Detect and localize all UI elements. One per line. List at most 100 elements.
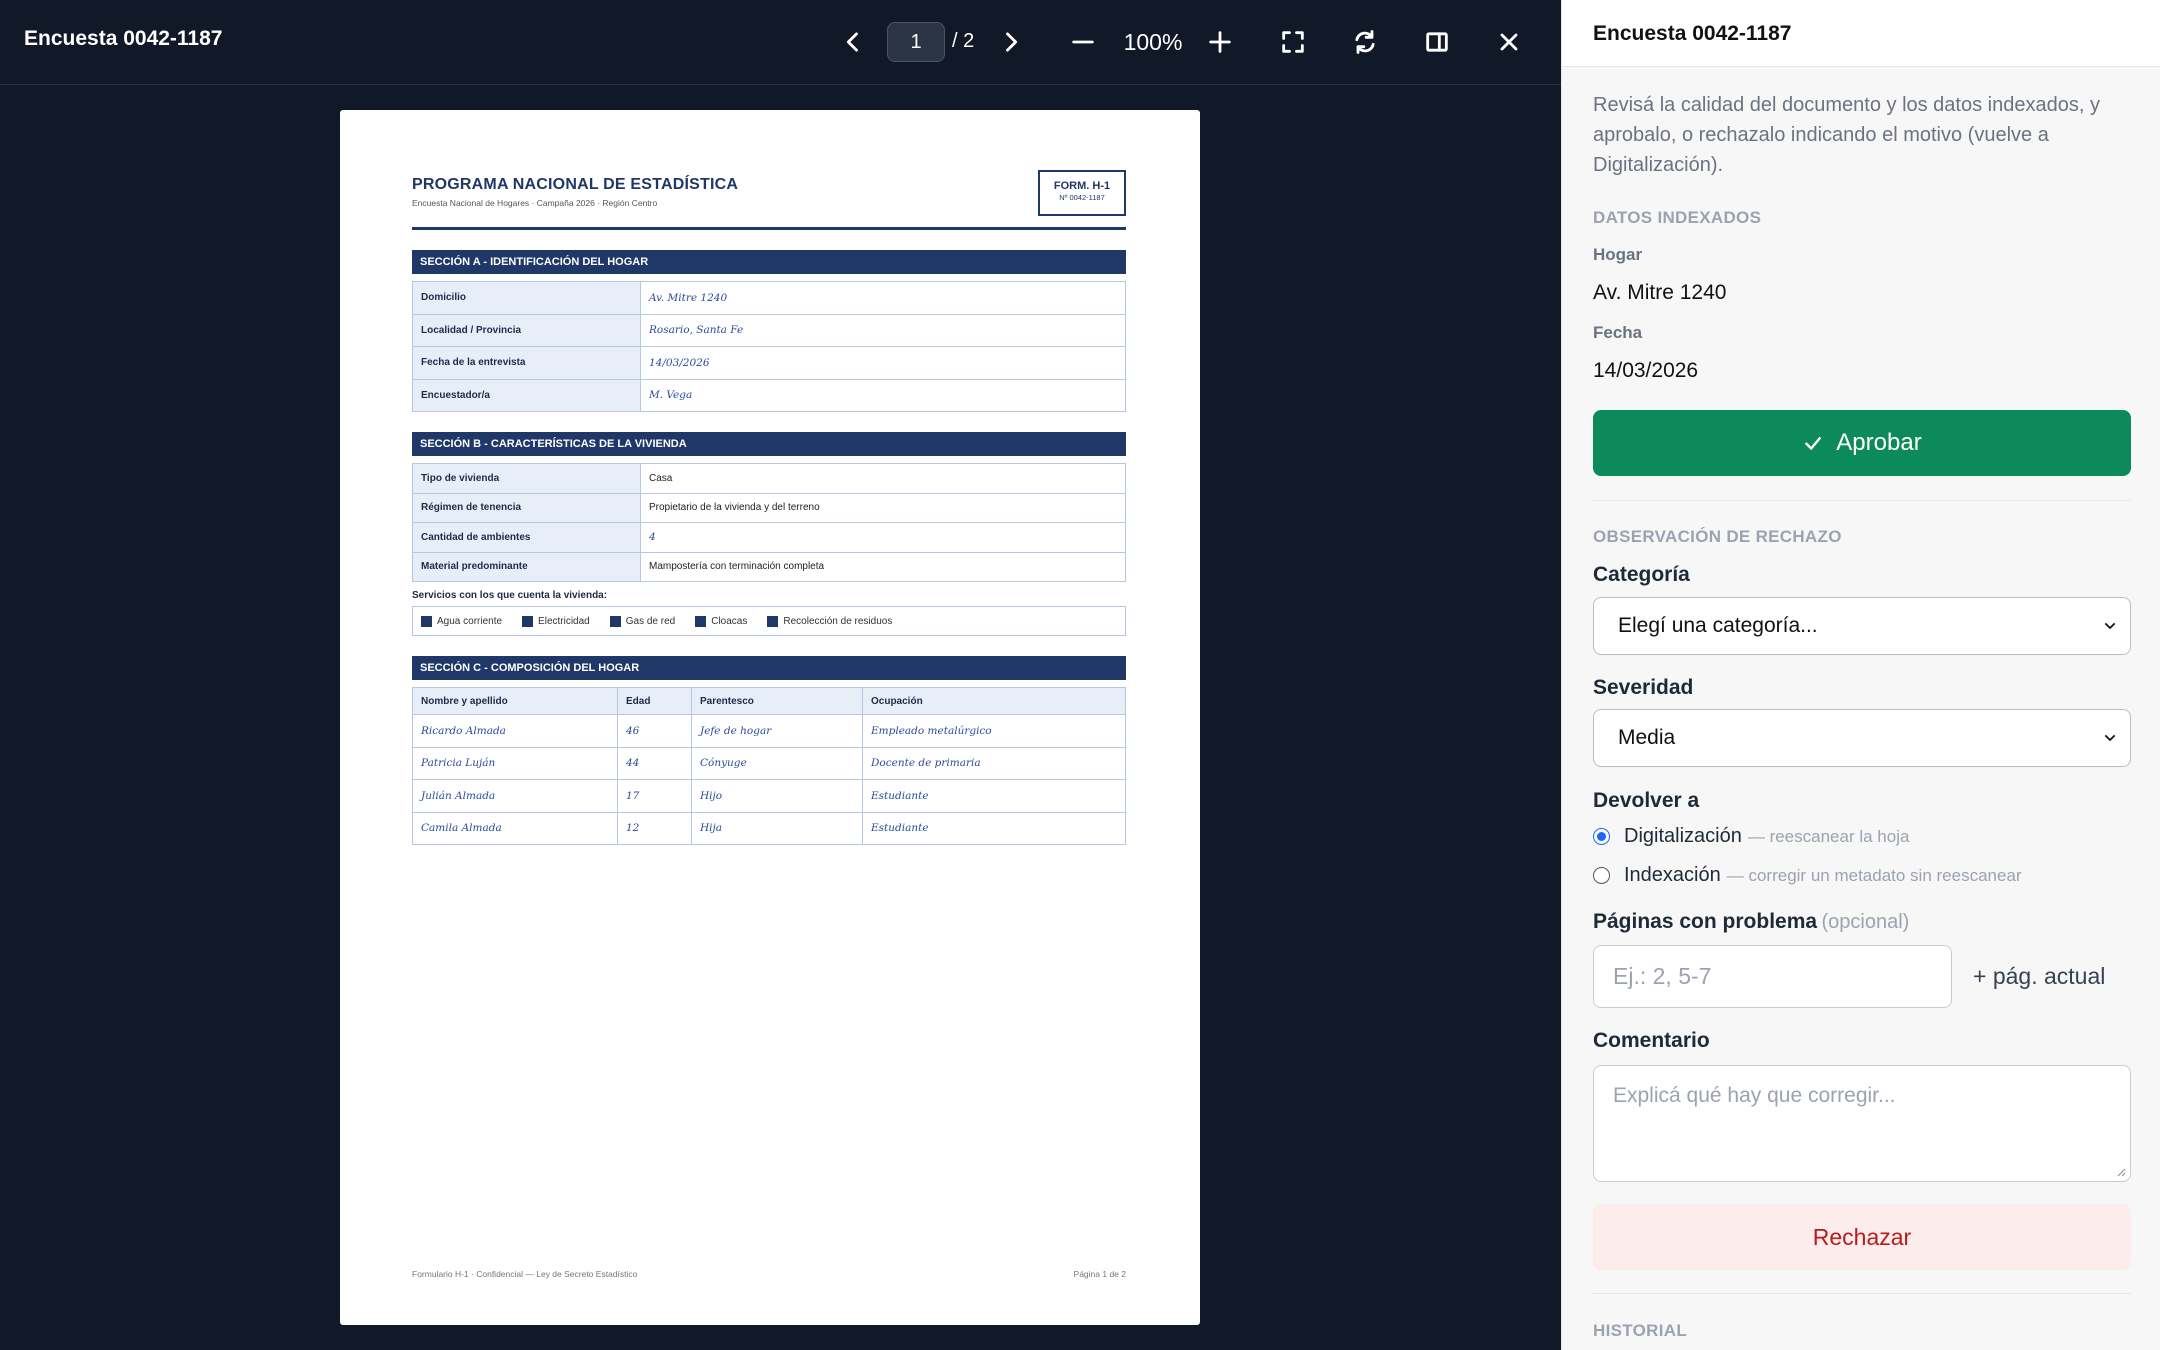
fecha-label: Fecha (1593, 323, 1643, 342)
category-label: Categoría (1593, 563, 1690, 586)
zoom-out-button[interactable] (1063, 22, 1103, 62)
table-cell: Jefe de hogar (691, 714, 863, 748)
reject-section-heading: OBSERVACIÓN DE RECHAZO (1593, 527, 1842, 546)
zoom-in-button[interactable] (1200, 22, 1240, 62)
fecha-value: 14/03/2026 (1593, 359, 1699, 382)
page-total: / 2 (952, 30, 975, 52)
field-label: Tipo de vivienda (412, 463, 641, 494)
hogar-value: Av. Mitre 1240 (1593, 281, 1727, 304)
problem-pages-label: Páginas con problema (1593, 910, 1818, 933)
field-label: Material predominante (412, 551, 641, 582)
close-icon (1500, 33, 1518, 51)
history-heading: HISTORIAL (1593, 1321, 1688, 1340)
problem-pages-label-row: Páginas con problema (opcional) (1593, 910, 1909, 934)
table-row: Encuestador/a M. Vega (412, 378, 1126, 412)
form-header: PROGRAMA NACIONAL DE ESTADÍSTICA Encuest… (412, 170, 1126, 230)
checked-box-icon (695, 615, 707, 627)
table-cell: Estudiante (862, 811, 1126, 845)
rotate-button[interactable] (1345, 22, 1385, 62)
chevron-down-icon (2104, 622, 2116, 630)
reject-button[interactable]: Rechazar (1593, 1204, 2131, 1270)
table-row: Régimen de tenencia Propietario de la viv… (412, 492, 1126, 523)
page-number-input[interactable] (887, 22, 945, 62)
form-code-box: FORM. H-1 Nº 0042-1187 (1038, 170, 1126, 216)
services-box: Agua corriente Electricidad Gas de red C… (412, 606, 1126, 636)
viewer-toolbar: Encuesta 0042-1187 / 2 100% (0, 0, 1561, 85)
table-row: Localidad / Provincia Rosario, Santa Fe (412, 313, 1126, 347)
comment-textarea[interactable]: Explicá qué hay que corregir... (1593, 1065, 2131, 1182)
section-b-table: Tipo de vivienda Casa Régimen de tenencia… (412, 463, 1126, 582)
panel-body: Revisá la calidad del documento y los da… (1593, 90, 2131, 1340)
problem-pages-input[interactable]: Ej.: 2, 5-7 (1593, 945, 1952, 1008)
severity-select[interactable]: Media (1593, 709, 2131, 767)
service-label: Cloacas (711, 615, 748, 627)
table-cell: 17 (617, 779, 692, 813)
resize-handle-icon[interactable] (2116, 1167, 2126, 1177)
field-label: Fecha de la entrevista (412, 346, 641, 380)
hogar-label: Hogar (1593, 245, 1643, 264)
add-current-page-button[interactable]: + pág. actual (1973, 963, 2105, 990)
radio-label: Digitalización (1624, 825, 1742, 847)
checked-box-icon (609, 615, 621, 627)
table-row: Tipo de vivienda Casa (412, 463, 1126, 494)
next-page-button[interactable] (991, 22, 1031, 62)
section-a-title: SECCIÓN A - IDENTIFICACIÓN DEL HOGAR (412, 250, 1126, 274)
document-viewer: Encuesta 0042-1187 / 2 100% (0, 0, 1561, 1350)
checked-box-icon (767, 615, 779, 627)
table-cell: Patricia Luján (412, 746, 618, 780)
close-viewer-button[interactable] (1489, 22, 1529, 62)
service-label: Agua corriente (437, 615, 503, 627)
table-cell: Hijo (691, 779, 863, 813)
severity-select-value: Media (1618, 726, 1676, 749)
chevron-right-icon (1006, 32, 1018, 52)
table-cell: Ricardo Almada (412, 714, 618, 748)
chevron-down-icon (2104, 734, 2116, 742)
field-label: Encuestador/a (412, 378, 641, 412)
table-row: Patricia Luján 44 Cónyuge Docente de primar… (412, 746, 1126, 780)
zoom-in-icon (1209, 31, 1231, 53)
radio-hint: — reescanear la hoja (1747, 826, 1910, 846)
table-row: Cantidad de ambientes 4 (412, 522, 1126, 553)
service-item: Agua corriente (421, 615, 503, 627)
field-value: Mampostería con terminación completa (640, 551, 1126, 582)
return-option-indexacion[interactable]: Indexación — corregir un metadato sin re… (1593, 864, 2022, 887)
prev-page-button[interactable] (833, 22, 873, 62)
chevron-left-icon (846, 32, 858, 52)
return-option-digitalizacion[interactable]: Digitalización — reescanear la hoja (1593, 825, 1909, 848)
panel-title: Encuesta 0042-1187 (1593, 22, 1792, 45)
field-value: M. Vega (640, 378, 1126, 412)
section-b-title: SECCIÓN B - CARACTERÍSTICAS DE LA VIVIEN… (412, 432, 1126, 456)
column-header: Ocupación (862, 687, 1126, 715)
category-select[interactable]: Elegí una categoría... (1593, 597, 2131, 655)
field-value: Casa (640, 463, 1126, 494)
program-subtitle: Encuesta Nacional de Hogares · Campaña 2… (412, 198, 658, 208)
services-label: Servicios con los que cuenta la vivienda… (412, 590, 608, 601)
approve-button[interactable]: Aprobar (1593, 410, 2131, 476)
panel-header: Encuesta 0042-1187 (1562, 0, 2160, 67)
table-cell: Julián Almada (412, 779, 618, 813)
radio-selected-icon[interactable] (1593, 828, 1610, 845)
divider (1593, 500, 2131, 501)
table-row: Fecha de la entrevista 14/03/2026 (412, 346, 1126, 380)
table-cell: 46 (617, 714, 692, 748)
table-row: Material predominante Mampostería con ter… (412, 551, 1126, 582)
column-header: Parentesco (691, 687, 863, 715)
optional-hint: (opcional) (1821, 911, 1910, 933)
document-title: Encuesta 0042-1187 (24, 27, 223, 50)
field-value: Rosario, Santa Fe (640, 313, 1126, 347)
field-value: Propietario de la vivienda y del terreno (640, 492, 1126, 523)
radio-unselected-icon[interactable] (1593, 867, 1610, 884)
divider (1593, 1293, 2131, 1294)
side-panel-toggle-button[interactable] (1417, 22, 1457, 62)
page-content: PROGRAMA NACIONAL DE ESTADÍSTICA Encuest… (412, 170, 1126, 845)
table-cell: 44 (617, 746, 692, 780)
table-cell: Empleado metalúrgico (862, 714, 1126, 748)
fullscreen-button[interactable] (1273, 22, 1313, 62)
table-row: Domicilio Av. Mitre 1240 (412, 281, 1126, 315)
reject-button-label: Rechazar (1812, 1223, 1912, 1250)
table-cell: Estudiante (862, 779, 1126, 813)
section-c-title: SECCIÓN C - COMPOSICIÓN DEL HOGAR (412, 656, 1126, 680)
return-to-label: Devolver a (1593, 789, 1700, 812)
side-panel-icon (1426, 32, 1448, 52)
field-label: Régimen de tenencia (412, 492, 641, 523)
